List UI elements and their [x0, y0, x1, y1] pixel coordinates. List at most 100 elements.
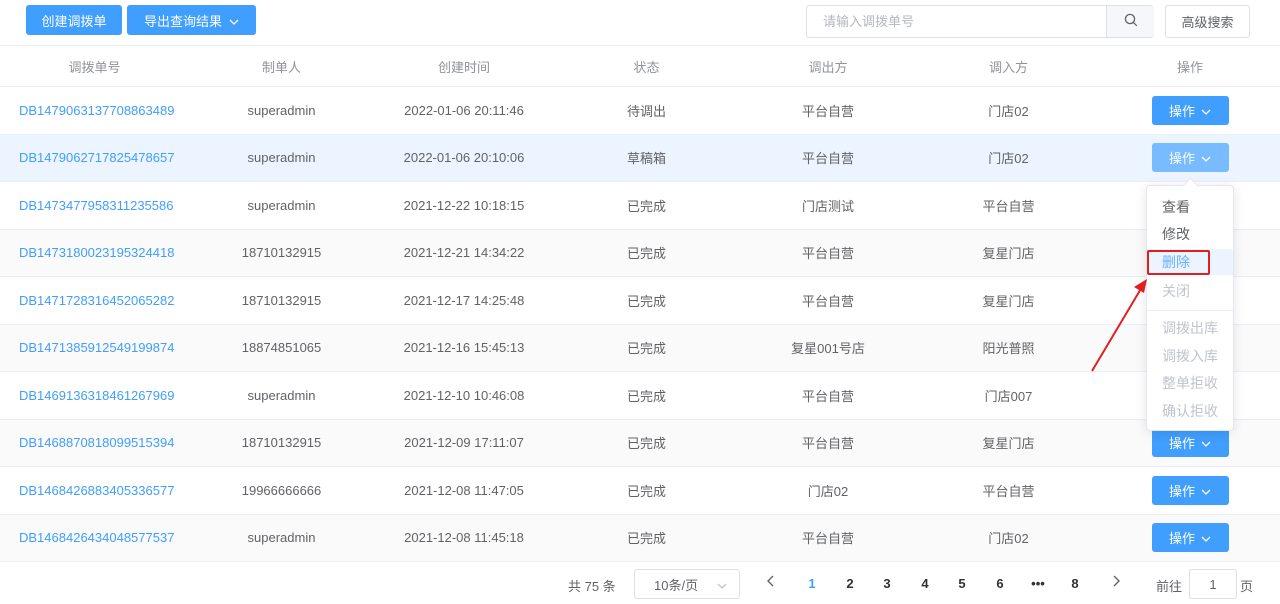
transfer-no-link[interactable]: DB1473180023195324418 [0, 230, 189, 277]
creator-cell: 18710132915 [241, 435, 322, 451]
chevron-down-icon [1201, 103, 1211, 118]
goto-page-input[interactable] [1189, 569, 1237, 599]
chevron-right-icon[interactable] [1112, 575, 1120, 590]
table-row: DB1479063137708863489 superadmin 2022-01-0… [0, 87, 1280, 135]
transfer-no-link[interactable]: DB1468426883405336577 [0, 467, 189, 514]
menu-item-4: 关闭 [1162, 283, 1190, 299]
chevron-down-icon [1201, 435, 1211, 450]
status-cell: 已完成 [626, 436, 666, 452]
export-results-label: 导出查询结果 [143, 13, 222, 29]
header-transfer-no: 调拨单号 [68, 59, 121, 75]
operation-label: 操作 [1168, 436, 1195, 452]
export-results-button[interactable]: 导出查询结果 [127, 5, 256, 35]
actions-cell: 操作 [1100, 467, 1280, 514]
transfer-no-link[interactable]: DB1468870818099515394 [0, 420, 189, 467]
create-time-cell: 2021-12-22 10:18:15 [403, 197, 525, 213]
transfer-no-link[interactable]: DB1479062717825478657 [0, 135, 189, 182]
creator-cell: superadmin [247, 150, 316, 166]
from-cell: 平台自营 [801, 151, 854, 167]
transfer-no-link[interactable]: DB1471385912549199874 [0, 325, 189, 372]
toolbar: 创建调拨单 导出查询结果 高级搜索 [0, 0, 1280, 45]
to-cell: 平台自营 [982, 198, 1035, 214]
create-time-cell: 2021-12-10 10:46:08 [403, 387, 525, 403]
create-time-cell: 2022-01-06 20:10:06 [403, 150, 525, 166]
header-creator: 制单人 [261, 59, 301, 75]
transfer-no-link[interactable]: DB1473477958311235586 [0, 182, 189, 229]
to-cell: 平台自营 [982, 483, 1035, 499]
chevron-left-icon[interactable] [767, 575, 775, 590]
search-box [806, 5, 1154, 38]
from-cell: 平台自营 [801, 246, 854, 262]
create-time-cell: 2021-12-17 14:25:48 [403, 292, 525, 308]
table-row: DB1473477958311235586 superadmin 2021-12-2… [0, 182, 1280, 230]
table-header: 调拨单号 制单人 创建时间 状态 调出方 调入方 操作 [0, 45, 1280, 87]
search-button[interactable] [1106, 6, 1154, 37]
status-cell: 已完成 [626, 341, 666, 357]
create-time-cell: 2021-12-08 11:45:18 [404, 530, 524, 546]
transfer-no-link[interactable]: DB1468426434048577537 [0, 515, 189, 562]
page-number[interactable]: 8 [1065, 576, 1085, 591]
search-input[interactable] [807, 6, 1105, 37]
create-time-cell: 2021-12-08 11:47:05 [404, 482, 524, 498]
menu-item-6: 调拨入库 [1162, 348, 1218, 364]
advanced-search-button[interactable]: 高级搜索 [1165, 5, 1250, 38]
create-time-cell: 2021-12-21 14:34:22 [403, 245, 525, 261]
action-dropdown-menu: 查看 修改 删除 关闭 调拨出库 调拨入库 整单拒收 确认拒收 [1146, 185, 1234, 431]
table-row: DB1468426883405336577 19966666666 2021-12-… [0, 467, 1280, 515]
table-row: DB1469136318461267969 superadmin 2021-12-1… [0, 372, 1280, 420]
operation-button[interactable]: 操作 [1151, 523, 1229, 553]
page-number[interactable]: 5 [952, 576, 972, 591]
page-number[interactable]: 6 [990, 576, 1010, 591]
menu-item-1[interactable]: 查看 [1147, 194, 1233, 220]
header-status: 状态 [633, 59, 660, 75]
to-cell: 复星门店 [982, 436, 1035, 452]
page-suffix: 页 [1240, 579, 1254, 594]
pagination-total: 共 75 条 [568, 579, 616, 594]
page-number[interactable]: 3 [877, 576, 897, 591]
actions-cell: 操作 [1100, 87, 1280, 134]
status-cell: 已完成 [626, 388, 666, 404]
operation-button[interactable]: 操作 [1151, 475, 1229, 505]
operation-button[interactable]: 操作 [1151, 95, 1229, 125]
transfer-table: 调拨单号 制单人 创建时间 状态 调出方 调入方 操作 DB1479063137… [0, 45, 1280, 562]
menu-item-5: 调拨出库 [1162, 320, 1218, 336]
status-cell: 已完成 [626, 531, 666, 547]
actions-cell: 操作 [1100, 135, 1280, 182]
operation-button[interactable]: 操作 [1151, 428, 1229, 458]
table-row: DB1468426434048577537 superadmin 2021-12-0… [0, 514, 1280, 562]
page-number[interactable]: 2 [840, 576, 860, 591]
table-row: DB1471728316452065282 18710132915 2021-12-… [0, 277, 1280, 325]
from-cell: 平台自营 [801, 293, 854, 309]
annotation-highlight-box [1147, 250, 1210, 275]
page-size-select[interactable]: 10条/页 [634, 569, 740, 599]
table-row: DB1468870818099515394 18710132915 2021-12-… [0, 419, 1280, 467]
page-number[interactable]: 1 [802, 576, 822, 591]
transfer-no-link[interactable]: DB1479063137708863489 [0, 87, 189, 134]
operation-label: 操作 [1168, 151, 1195, 167]
status-cell: 已完成 [626, 246, 666, 262]
creator-cell: 18874851065 [241, 340, 322, 356]
pagination-ellipsis[interactable]: ••• [1028, 576, 1048, 591]
to-cell: 门店02 [988, 103, 1029, 119]
from-cell: 平台自营 [801, 436, 854, 452]
menu-item-8: 确认拒收 [1162, 403, 1218, 419]
table-row: DB1473180023195324418 18710132915 2021-12-… [0, 229, 1280, 277]
from-cell: 门店测试 [801, 198, 854, 214]
create-time-cell: 2021-12-09 17:11:07 [404, 435, 524, 451]
creator-cell: superadmin [247, 530, 316, 546]
status-cell: 已完成 [626, 293, 666, 309]
chevron-down-icon [717, 577, 727, 592]
transfer-no-link[interactable]: DB1469136318461267969 [0, 372, 189, 419]
header-actions: 操作 [1176, 59, 1203, 75]
from-cell: 平台自营 [801, 103, 854, 119]
transfer-no-link[interactable]: DB1471728316452065282 [0, 277, 189, 324]
app: 创建调拨单 导出查询结果 高级搜索 调拨单号 制单人 创建时间 状态 [0, 0, 1280, 604]
create-transfer-button[interactable]: 创建调拨单 [26, 5, 122, 35]
from-cell: 平台自营 [801, 531, 854, 547]
menu-item-2[interactable]: 修改 [1147, 221, 1233, 247]
chevron-down-icon [229, 13, 239, 28]
creator-cell: 19966666666 [241, 482, 322, 498]
operation-button[interactable]: 操作 [1151, 143, 1229, 173]
page-number[interactable]: 4 [915, 576, 935, 591]
goto-label: 前往 [1156, 579, 1183, 594]
